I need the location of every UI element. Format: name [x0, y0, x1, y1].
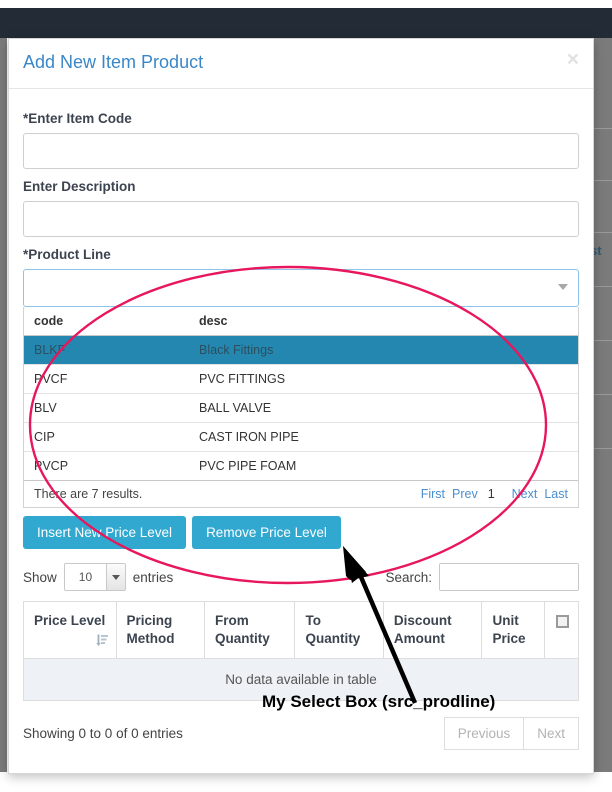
pager-prev-link[interactable]: Prev [452, 487, 478, 501]
next-page-button[interactable]: Next [524, 717, 579, 751]
column-header-code[interactable]: code [24, 307, 189, 336]
product-line-label: *Product Line [23, 247, 111, 262]
results-count-text: There are 7 results. [34, 487, 143, 501]
page-bottom-strip [0, 772, 612, 792]
column-header-select-all[interactable] [543, 601, 580, 660]
column-header-price-level-label: Price Level [34, 613, 106, 628]
show-entries-label: Show [23, 569, 57, 585]
cell-code: PVCP [34, 459, 69, 473]
table-row[interactable]: PVCP PVC PIPE FOAM [24, 452, 578, 481]
table-header-row: Price Level Pricing Method From Quantity… [23, 601, 580, 660]
entries-length-select[interactable]: 10 [63, 563, 126, 591]
page-title: Add New Item Product [23, 52, 204, 72]
datatable-controls: Show 10 entries Search: [23, 563, 579, 591]
cell-code: BLKF [24, 335, 189, 365]
search-input[interactable] [439, 563, 579, 591]
price-level-table: Price Level Pricing Method From Quantity… [23, 601, 580, 702]
dropdown-footer: There are 7 results. First Prev 1 Next L… [24, 480, 578, 507]
table-row[interactable]: BLV BALL VALVE [24, 393, 578, 423]
pager-current-page: 1 [487, 487, 495, 501]
column-header-to-quantity[interactable]: To Quantity [294, 601, 384, 660]
table-header-row: code desc [24, 307, 578, 336]
left-sidebar-rail [0, 38, 7, 792]
price-level-actions: Insert New Price Level Remove Price Leve… [23, 516, 579, 549]
column-header-discount-amount[interactable]: Discount Amount [382, 601, 483, 660]
description-label: Enter Description [23, 179, 136, 194]
remove-price-level-button[interactable]: Remove Price Level [192, 516, 341, 549]
description-input[interactable] [23, 201, 579, 237]
entries-label: entries [132, 569, 174, 585]
insert-new-price-level-button[interactable]: Insert New Price Level [23, 516, 187, 549]
cell-desc: CAST IRON PIPE [189, 422, 578, 452]
entries-length-wrapper: 10 [57, 563, 133, 591]
chevron-down-icon [558, 284, 568, 290]
product-line-results-body: BLKF Black Fittings PVCF PVC FITTINGS BL… [24, 335, 578, 481]
datatable-info-text: Showing 0 to 0 of 0 entries [23, 726, 183, 742]
cell-desc: PVC PIPE FOAM [199, 459, 297, 473]
search-label: Search: [385, 569, 432, 585]
add-item-product-modal: Add New Item Product × *Enter Item Code … [8, 38, 594, 774]
column-header-desc[interactable]: desc [189, 307, 578, 336]
cell-desc: Black Fittings [189, 335, 578, 365]
datatable-footer: Showing 0 to 0 of 0 entries Previous Nex… [23, 717, 579, 751]
cell-code: CIP [24, 422, 189, 452]
cell-code: PVCF [24, 364, 189, 394]
checkbox-icon[interactable] [555, 614, 569, 628]
sort-descending-icon [95, 634, 108, 647]
cell-desc: PVC FITTINGS [189, 364, 578, 394]
cell-desc: BALL VALVE [189, 393, 578, 423]
annotation-callout-text: My Select Box (src_prodline) [262, 692, 496, 711]
table-row[interactable]: PVCF PVC FITTINGS [24, 364, 578, 394]
table-row[interactable]: CIP CAST IRON PIPE [24, 422, 578, 452]
modal-body: *Enter Item Code Enter Description *Prod… [9, 89, 593, 751]
column-header-price-level[interactable]: Price Level [23, 601, 117, 660]
product-line-select[interactable] [23, 269, 579, 307]
cell-code: BLV [24, 393, 189, 423]
pager-first-link[interactable]: First [421, 487, 445, 501]
item-code-input[interactable] [23, 133, 579, 169]
modal-header: Add New Item Product × [9, 39, 593, 89]
product-line-dropdown: code desc BLKF Black Fittings PVCF PVC F… [23, 307, 579, 508]
product-line-results-table: code desc BLKF Black Fittings PVCF PVC F… [24, 307, 578, 480]
close-icon[interactable]: × [567, 49, 579, 70]
column-header-from-quantity[interactable]: From Quantity [203, 601, 296, 660]
pager-next-link[interactable]: Next [512, 487, 538, 501]
column-header-unit-price[interactable]: Unit Price [481, 601, 545, 660]
column-header-pricing-method[interactable]: Pricing Method [115, 601, 205, 660]
app-topbar [0, 8, 612, 38]
item-code-label: *Enter Item Code [23, 111, 132, 126]
table-row[interactable]: BLKF Black Fittings [24, 335, 578, 365]
pager-last-link[interactable]: Last [544, 487, 568, 501]
previous-page-button[interactable]: Previous [443, 717, 525, 751]
